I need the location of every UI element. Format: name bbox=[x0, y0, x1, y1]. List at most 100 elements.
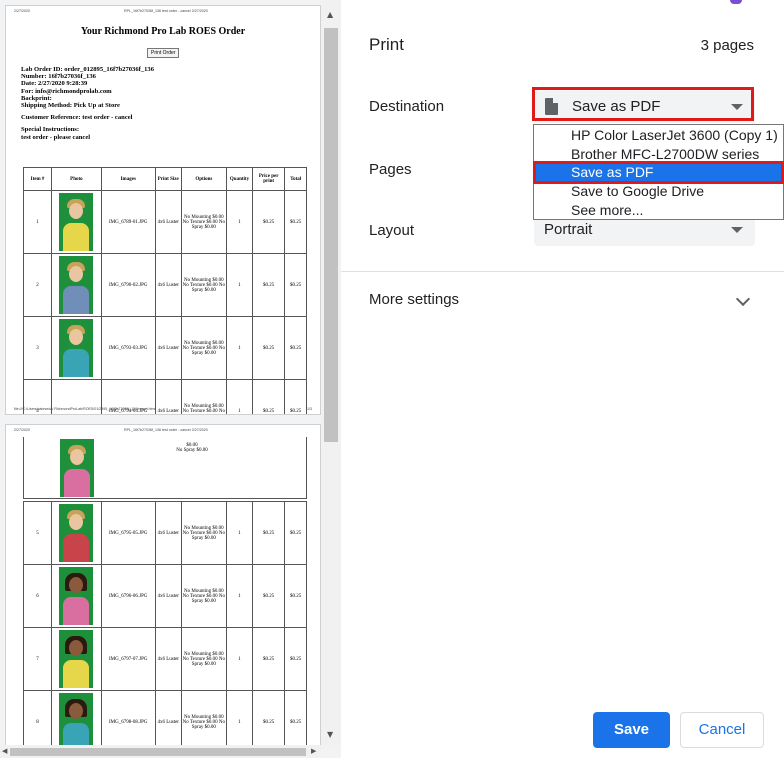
document-title: Your Richmond Pro Lab ROES Order bbox=[80, 26, 246, 37]
page-header-date: 2/27/2020 bbox=[14, 9, 30, 13]
column-header: Options bbox=[180, 167, 228, 191]
annotation-highlight-box bbox=[532, 87, 754, 121]
print-size-cell: 4x6 Luster bbox=[154, 564, 182, 628]
photo-cell bbox=[51, 253, 102, 317]
table-header-row: Item # Photo Images Print Size Options Q… bbox=[22, 167, 307, 191]
order-table-continued: 5 IMG_6795-05.JPG 4x6 Luster No Mounting $0… bbox=[22, 501, 307, 754]
total-cell: $0.25 bbox=[284, 627, 307, 691]
photo-cell bbox=[51, 627, 102, 691]
total-cell: $0.25 bbox=[284, 316, 307, 380]
print-size-cell: 4x6 Luster bbox=[154, 316, 182, 380]
item-cell: 2 bbox=[22, 253, 53, 317]
destination-option[interactable]: Save to Google Drive bbox=[534, 183, 784, 200]
image-name-cell: IMG_6795-05.JPG bbox=[100, 501, 156, 565]
more-settings-toggle[interactable]: More settings bbox=[369, 291, 459, 308]
photo-cell bbox=[51, 564, 102, 628]
print-size-cell: 4x6 Luster bbox=[154, 190, 182, 254]
item-cell: 1 bbox=[22, 190, 53, 254]
annotation-highlight-box bbox=[533, 161, 784, 184]
item-cell: 3 bbox=[22, 316, 53, 380]
column-header: Quantity bbox=[226, 167, 253, 191]
scrollbar-thumb[interactable] bbox=[324, 28, 338, 442]
scroll-right-arrow-icon[interactable]: ▶ bbox=[311, 747, 316, 755]
chevron-down-icon[interactable] bbox=[735, 291, 751, 307]
special-instructions-label: Special Instructions: bbox=[21, 126, 80, 134]
print-size-cell: 4x6 Luster bbox=[154, 627, 182, 691]
item-cell: 6 bbox=[22, 564, 53, 628]
total-cell: $0.25 bbox=[284, 190, 307, 254]
photo-thumbnail bbox=[59, 193, 94, 251]
quantity-cell: 1 bbox=[226, 627, 253, 691]
options-cell-continued: $0.00 No Spray $0.00 bbox=[176, 443, 208, 453]
image-name-cell: IMG_6790-02.JPG bbox=[100, 253, 156, 317]
column-header: Images bbox=[100, 167, 156, 191]
scroll-down-arrow-icon[interactable]: ▼ bbox=[327, 730, 333, 739]
layout-label: Layout bbox=[369, 222, 415, 239]
price-cell: $0.25 bbox=[251, 501, 286, 565]
column-header: Total bbox=[284, 167, 307, 191]
cancel-button[interactable]: Cancel bbox=[680, 712, 764, 748]
print-preview-pane[interactable]: 2/27/2020 RPL_16f7b27036f_136 test order… bbox=[0, 0, 341, 758]
photo-thumbnail bbox=[59, 567, 94, 625]
options-cell: No Mounting $0.00 No Texture $0.00 No Sp… bbox=[180, 190, 228, 254]
info-line: For: info@richmondprolab.com bbox=[21, 87, 112, 95]
preview-page-2: 2/27/2020 RPL_16f7b27036f_136 test order… bbox=[5, 424, 321, 756]
table-row: 6 IMG_6796-06.JPG 4x6 Luster No Mounting $0… bbox=[22, 564, 307, 628]
info-line: Number: 16f7b27036f_136 bbox=[21, 73, 96, 81]
scroll-up-arrow-icon[interactable]: ▲ bbox=[327, 10, 333, 19]
price-cell: $0.25 bbox=[251, 564, 286, 628]
table-row: 7 IMG_6797-07.JPG 4x6 Luster No Mounting $0… bbox=[22, 627, 307, 691]
quantity-cell: 1 bbox=[226, 501, 253, 565]
scrollbar-thumb[interactable] bbox=[10, 748, 306, 756]
options-cell: No Mounting $0.00 No Texture $0.00 No Sp… bbox=[180, 316, 228, 380]
options-cell: No Mounting $0.00 No Texture $0.00 No Sp… bbox=[180, 627, 228, 691]
total-cell: $0.25 bbox=[284, 501, 307, 565]
footer-page-number: 1/3 bbox=[307, 407, 312, 411]
image-name-cell: IMG_6797-07.JPG bbox=[100, 627, 156, 691]
continued-row: $0.00 No Spray $0.00 bbox=[23, 437, 307, 499]
options-cell: No Mounting $0.00 No Texture $0.00 No Sp… bbox=[180, 501, 228, 565]
image-name-cell: IMG_6789-01.JPG bbox=[100, 190, 156, 254]
price-cell: $0.25 bbox=[251, 316, 286, 380]
quantity-cell: 1 bbox=[226, 190, 253, 254]
page-header-title: RPL_16f7b27036f_136 test order - cancel … bbox=[124, 428, 208, 432]
destination-option[interactable]: HP Color LaserJet 3600 (Copy 1) bbox=[534, 127, 784, 144]
divider bbox=[341, 271, 784, 272]
save-button[interactable]: Save bbox=[593, 712, 670, 748]
photo-thumbnail bbox=[59, 504, 94, 562]
preview-vertical-scrollbar[interactable]: ▲ ▼ bbox=[321, 0, 341, 745]
photo-thumbnail bbox=[59, 630, 94, 688]
total-cell: $0.25 bbox=[284, 253, 307, 317]
destination-label: Destination bbox=[369, 98, 445, 115]
table-row: 5 IMG_6795-05.JPG 4x6 Luster No Mounting $0… bbox=[22, 501, 307, 565]
price-cell: $0.25 bbox=[251, 627, 286, 691]
item-cell: 7 bbox=[22, 627, 53, 691]
scroll-left-arrow-icon[interactable]: ◀ bbox=[2, 747, 7, 755]
photo-cell bbox=[51, 501, 102, 565]
photo-cell bbox=[51, 190, 102, 254]
table-row: 3 IMG_6793-03.JPG 4x6 Luster No Mounting $0… bbox=[22, 316, 307, 380]
photo-thumbnail bbox=[59, 693, 94, 751]
quantity-cell: 1 bbox=[226, 316, 253, 380]
pages-label: Pages bbox=[369, 161, 412, 178]
print-order-button: Print Order bbox=[147, 48, 180, 58]
price-cell: $0.25 bbox=[251, 253, 286, 317]
preview-horizontal-scrollbar[interactable]: ◀ ▶ bbox=[0, 745, 321, 758]
layout-value: Portrait bbox=[544, 221, 593, 238]
info-line: Date: 2/27/2020 9:28:39 bbox=[21, 80, 88, 88]
destination-option[interactable]: See more... bbox=[534, 202, 784, 219]
image-name-cell: IMG_6796-06.JPG bbox=[100, 564, 156, 628]
page-header-date: 2/27/2020 bbox=[14, 428, 30, 432]
price-cell: $0.25 bbox=[251, 190, 286, 254]
photo-thumbnail bbox=[59, 256, 94, 314]
footer-path: file:///C:/Users/cabrseda/ RichmondProLa… bbox=[14, 407, 156, 411]
info-line: Shipping Method: Pick Up at Store bbox=[21, 102, 120, 110]
dropdown-caret-icon bbox=[731, 227, 743, 233]
order-table: Item # Photo Images Print Size Options Q… bbox=[22, 167, 307, 414]
page-header-title: RPL_16f7b27036f_136 test order - cancel … bbox=[124, 9, 208, 13]
print-size-cell: 4x6 Luster bbox=[154, 501, 182, 565]
options-cell: No Mounting $0.00 No Texture $0.00 No Sp… bbox=[180, 564, 228, 628]
column-header: Price per print bbox=[251, 167, 286, 191]
print-settings-pane: Print 3 pages Destination Save as PDF Pa… bbox=[341, 0, 784, 758]
column-header: Print Size bbox=[154, 167, 182, 191]
